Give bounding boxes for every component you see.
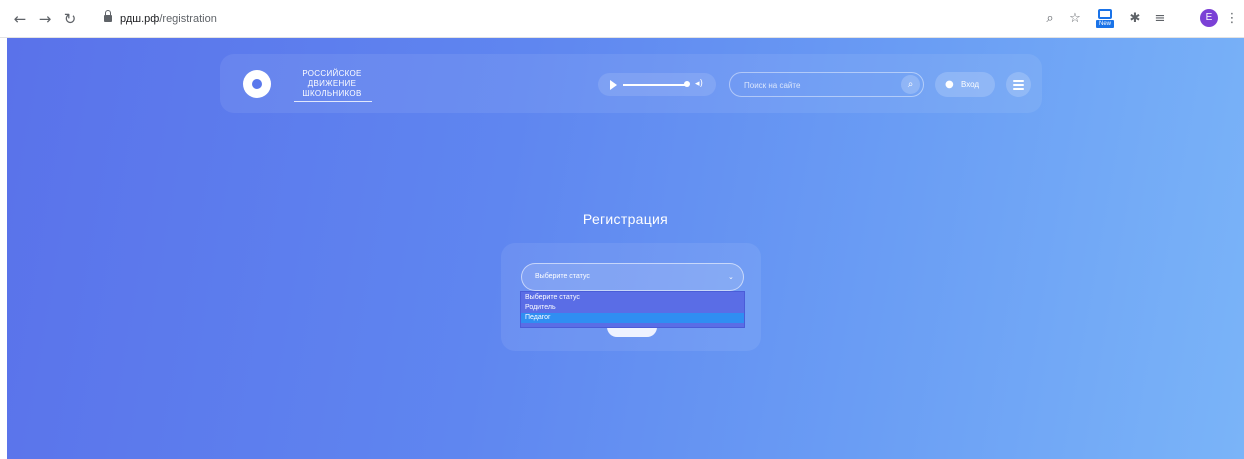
status-dropdown-list: Выберите статус Родитель Педагог <box>520 291 745 328</box>
browser-toolbar: ← → ↻ рдш.рф/registration ⌕ ☆ New ✱ ≡ E … <box>0 0 1244 38</box>
zoom-icon[interactable]: ⌕ <box>1040 9 1060 29</box>
forward-icon[interactable]: → <box>35 9 55 29</box>
reading-list-icon[interactable]: ≡ <box>1150 9 1170 29</box>
url-host: рдш.рф <box>120 13 160 25</box>
lock-icon <box>104 10 112 22</box>
status-select[interactable]: Выберите статус ⌄ <box>521 263 744 291</box>
login-button[interactable]: ● Вход <box>935 72 995 97</box>
site-header: РОССИЙСКОЕ ДВИЖЕНИЕ ШКОЛЬНИКОВ ◂) ⌕ ● Вх… <box>220 54 1042 113</box>
star-icon[interactable]: ☆ <box>1065 9 1085 29</box>
progress-track[interactable] <box>623 84 687 86</box>
search-input[interactable] <box>742 75 886 96</box>
chevron-down-icon: ⌄ <box>728 273 734 281</box>
kebab-menu-icon[interactable]: ⋮ <box>1222 9 1242 29</box>
new-badge: New <box>1096 20 1114 28</box>
page-content: РОССИЙСКОЕ ДВИЖЕНИЕ ШКОЛЬНИКОВ ◂) ⌕ ● Вх… <box>7 38 1244 459</box>
logo-line-2: ДВИЖЕНИЕ ШКОЛЬНИКОВ <box>302 79 362 98</box>
progress-knob[interactable] <box>684 81 690 87</box>
logo-text[interactable]: РОССИЙСКОЕ ДВИЖЕНИЕ ШКОЛЬНИКОВ <box>282 69 382 102</box>
profile-avatar[interactable]: E <box>1200 9 1218 27</box>
back-icon[interactable]: ← <box>10 9 30 29</box>
logo-icon[interactable] <box>243 70 271 98</box>
hamburger-menu-icon[interactable] <box>1006 72 1031 97</box>
dropdown-option-selected[interactable]: Педагог <box>521 313 744 323</box>
user-icon: ● <box>945 79 954 90</box>
puzzle-icon[interactable]: ✱ <box>1125 9 1145 29</box>
dropdown-option[interactable]: Выберите статус <box>521 293 744 303</box>
extension-new-icon[interactable]: New <box>1096 8 1114 28</box>
search-icon[interactable]: ⌕ <box>901 75 920 94</box>
volume-icon[interactable]: ◂) <box>695 76 703 93</box>
search-box: ⌕ <box>729 72 924 97</box>
reload-icon[interactable]: ↻ <box>60 9 80 29</box>
url-path: /registration <box>159 13 217 25</box>
status-select-value: Выберите статус <box>535 273 590 280</box>
login-label: Вход <box>961 80 980 89</box>
dropdown-option[interactable]: Родитель <box>521 303 744 313</box>
play-icon[interactable] <box>610 80 617 90</box>
audio-player: ◂) <box>598 73 716 96</box>
address-bar[interactable]: рдш.рф/registration <box>104 9 217 29</box>
logo-line-1: РОССИЙСКОЕ <box>302 69 362 78</box>
page-title: Регистрация <box>582 211 669 227</box>
